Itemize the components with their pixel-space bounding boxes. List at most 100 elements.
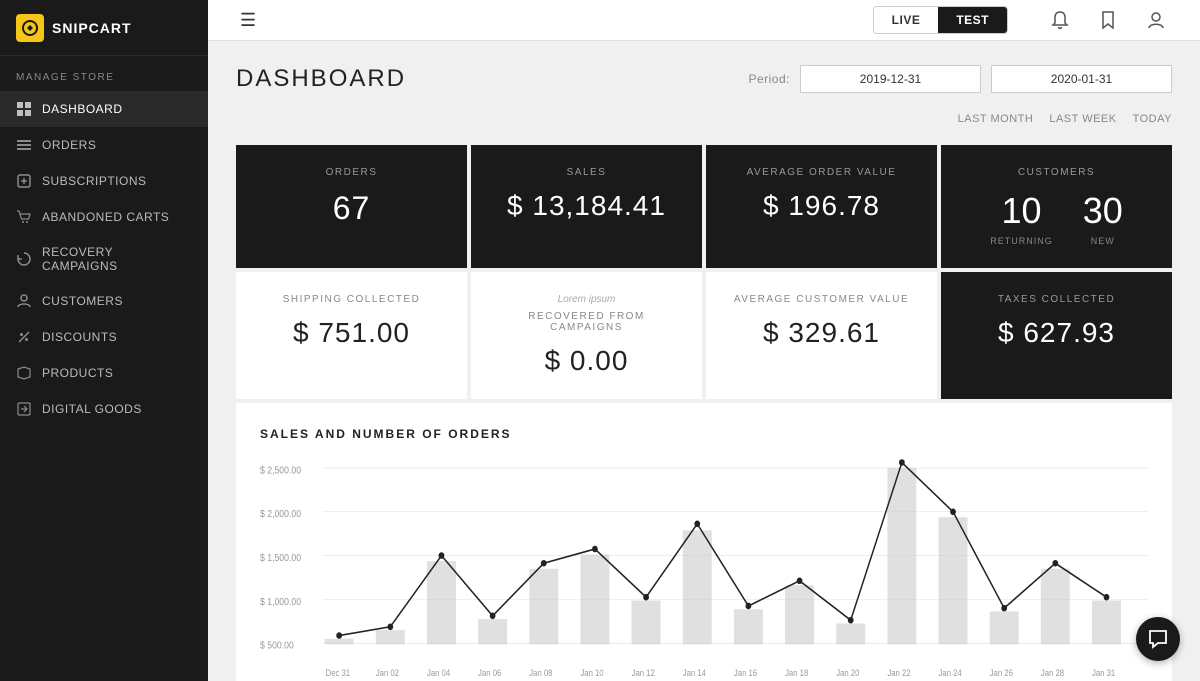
sidebar: SNIPCART Manage Store Dashboard Orders S…	[0, 0, 208, 681]
lorem-label: Lorem ipsum	[491, 294, 682, 305]
stat-sales-label: SALES	[491, 167, 682, 178]
stats-row-2: SHIPPING COLLECTED $ 751.00 Lorem ipsum …	[236, 272, 1172, 399]
svg-text:Dec 31: Dec 31	[326, 669, 351, 679]
notifications-button[interactable]	[1040, 0, 1080, 40]
stat-recovered-label: RECOVERED FROM CAMPAIGNS	[491, 311, 682, 333]
stat-recovered: Lorem ipsum RECOVERED FROM CAMPAIGNS $ 0…	[471, 272, 702, 399]
logo-icon	[16, 14, 44, 42]
customers-new-value: 30	[1083, 190, 1123, 232]
customers-returning: 10 RETURNING	[990, 190, 1053, 246]
customers-new: 30 NEW	[1083, 190, 1123, 246]
svg-text:Jan 08: Jan 08	[529, 669, 553, 679]
bookmarks-button[interactable]	[1088, 0, 1128, 40]
sidebar-item-dashboard-label: Dashboard	[42, 102, 123, 116]
sidebar-item-products-label: Products	[42, 366, 113, 380]
dashboard-header: DASHBOARD Period:	[236, 65, 1172, 93]
chart-section: SALES AND NUMBER OF ORDERS $ 2,500.00 $ …	[236, 403, 1172, 681]
svg-text:$ 1,500.00: $ 1,500.00	[260, 553, 301, 564]
stat-orders-value: 67	[256, 190, 447, 227]
stat-customers: CUSTOMERS 10 RETURNING 30 NEW	[941, 145, 1172, 268]
today-button[interactable]: TODAY	[1133, 113, 1172, 125]
svg-text:Jan 22: Jan 22	[887, 669, 911, 679]
customers-returning-value: 10	[990, 190, 1053, 232]
stat-taxes-label: TAXES COLLECTED	[961, 294, 1152, 305]
svg-text:Jan 12: Jan 12	[632, 669, 656, 679]
sidebar-item-subscriptions[interactable]: Subscriptions	[0, 163, 208, 199]
sidebar-item-recovery-campaigns[interactable]: Recovery Campaigns	[0, 235, 208, 283]
svg-text:Jan 28: Jan 28	[1041, 669, 1065, 679]
stat-avg-customer: AVERAGE CUSTOMER VALUE $ 329.61	[706, 272, 937, 399]
stat-sales: SALES $ 13,184.41	[471, 145, 702, 268]
stat-orders-label: ORDERS	[256, 167, 447, 178]
svg-text:Jan 04: Jan 04	[427, 669, 451, 679]
svg-text:Jan 18: Jan 18	[785, 669, 809, 679]
svg-text:$ 2,500.00: $ 2,500.00	[260, 465, 301, 476]
chart-container: $ 2,500.00 $ 2,000.00 $ 1,500.00 $ 1,000…	[260, 457, 1148, 681]
stat-shipping-value: $ 751.00	[256, 317, 447, 349]
sidebar-nav: Dashboard Orders Subscriptions Abandoned…	[0, 91, 208, 681]
main-content: ☰ LIVE TEST	[208, 0, 1200, 681]
stat-avg-order-label: AVERAGE ORDER VALUE	[726, 167, 917, 178]
svg-text:Jan 20: Jan 20	[836, 669, 860, 679]
stat-avg-order-value: $ 196.78	[726, 190, 917, 222]
customers-split: 10 RETURNING 30 NEW	[961, 190, 1152, 246]
stats-row-1: ORDERS 67 SALES $ 13,184.41 AVERAGE ORDE…	[236, 145, 1172, 268]
stat-shipping-label: SHIPPING COLLECTED	[256, 294, 447, 305]
env-toggle: LIVE TEST	[873, 6, 1008, 34]
svg-text:$ 500.00: $ 500.00	[260, 640, 294, 651]
date-from-input[interactable]	[800, 65, 981, 93]
sidebar-item-customers-label: Customers	[42, 294, 123, 308]
menu-button[interactable]: ☰	[232, 6, 264, 35]
date-to-input[interactable]	[991, 65, 1172, 93]
svg-text:Jan 26: Jan 26	[990, 669, 1014, 679]
topbar: ☰ LIVE TEST	[208, 0, 1200, 41]
svg-text:Jan 16: Jan 16	[734, 669, 758, 679]
sidebar-item-abandoned-carts-label: Abandoned Carts	[42, 210, 169, 224]
period-section: Period:	[748, 65, 1172, 93]
sidebar-item-orders-label: Orders	[42, 138, 96, 152]
logo-text: SNIPCART	[52, 20, 132, 36]
chart-title: SALES AND NUMBER OF ORDERS	[260, 427, 1148, 441]
chat-button[interactable]	[1136, 617, 1180, 661]
last-month-button[interactable]: LAST MONTH	[958, 113, 1034, 125]
sidebar-item-subscriptions-label: Subscriptions	[42, 174, 147, 188]
svg-text:Jan 02: Jan 02	[376, 669, 400, 679]
stat-recovered-value: $ 0.00	[491, 345, 682, 377]
sidebar-item-discounts-label: Discounts	[42, 330, 117, 344]
stat-avg-customer-label: AVERAGE CUSTOMER VALUE	[726, 294, 917, 305]
svg-text:Jan 06: Jan 06	[478, 669, 502, 679]
stat-orders: ORDERS 67	[236, 145, 467, 268]
page-title: DASHBOARD	[236, 65, 748, 93]
logo-area[interactable]: SNIPCART	[0, 0, 208, 56]
svg-text:Jan 10: Jan 10	[580, 669, 604, 679]
sidebar-item-abandoned-carts[interactable]: Abandoned Carts	[0, 199, 208, 235]
period-label: Period:	[748, 72, 790, 86]
sidebar-item-digital-goods-label: Digital Goods	[42, 402, 142, 416]
topbar-icons	[1040, 0, 1176, 40]
stat-avg-order: AVERAGE ORDER VALUE $ 196.78	[706, 145, 937, 268]
customers-returning-label: RETURNING	[990, 236, 1053, 246]
live-button[interactable]: LIVE	[874, 7, 939, 33]
customers-new-label: NEW	[1083, 236, 1123, 246]
svg-text:$ 1,000.00: $ 1,000.00	[260, 596, 301, 607]
sidebar-item-products[interactable]: Products	[0, 355, 208, 391]
sidebar-item-digital-goods[interactable]: Digital Goods	[0, 391, 208, 427]
stat-avg-customer-value: $ 329.61	[726, 317, 917, 349]
sidebar-item-orders[interactable]: Orders	[0, 127, 208, 163]
sidebar-item-customers[interactable]: Customers	[0, 283, 208, 319]
sidebar-item-discounts[interactable]: Discounts	[0, 319, 208, 355]
sidebar-item-dashboard[interactable]: Dashboard	[0, 91, 208, 127]
svg-text:Jan 31: Jan 31	[1092, 669, 1116, 679]
test-button[interactable]: TEST	[938, 7, 1007, 33]
dashboard-content: DASHBOARD Period: LAST MONTH LAST WEEK T…	[208, 41, 1200, 681]
svg-text:$ 2,000.00: $ 2,000.00	[260, 509, 301, 520]
stat-sales-value: $ 13,184.41	[491, 190, 682, 222]
manage-store-label: Manage Store	[0, 56, 208, 91]
period-filters: LAST MONTH LAST WEEK TODAY	[236, 113, 1172, 125]
svg-text:Jan 24: Jan 24	[939, 669, 963, 679]
sidebar-item-recovery-campaigns-label: Recovery Campaigns	[42, 245, 192, 273]
last-week-button[interactable]: LAST WEEK	[1049, 113, 1116, 125]
stat-taxes: TAXES COLLECTED $ 627.93	[941, 272, 1172, 399]
stat-customers-label: CUSTOMERS	[961, 167, 1152, 178]
user-button[interactable]	[1136, 0, 1176, 40]
